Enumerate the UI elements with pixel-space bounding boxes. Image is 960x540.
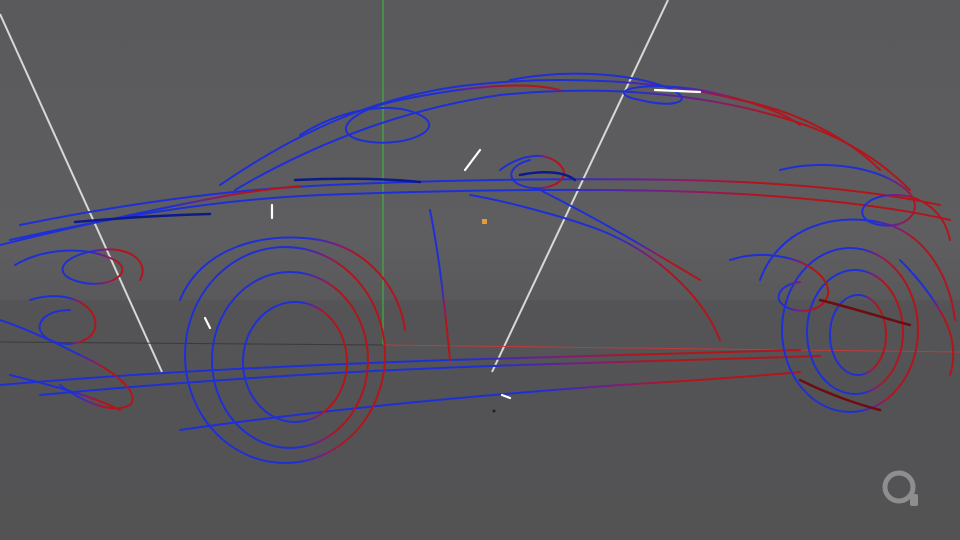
logo-ring-icon — [882, 470, 918, 506]
sketch-diagonal — [539, 189, 701, 281]
sketch-front-scribble — [14, 248, 144, 285]
viewport-scene[interactable] — [0, 0, 960, 540]
3d-viewport[interactable] — [0, 0, 960, 540]
sketch-roofline-2 — [234, 89, 911, 191]
pivot-dot — [492, 409, 496, 413]
sketch-roof-scribble-2 — [509, 72, 801, 126]
ground-plane — [0, 300, 960, 540]
sketch-beltline — [19, 178, 941, 226]
origin-marker[interactable] — [482, 219, 487, 224]
